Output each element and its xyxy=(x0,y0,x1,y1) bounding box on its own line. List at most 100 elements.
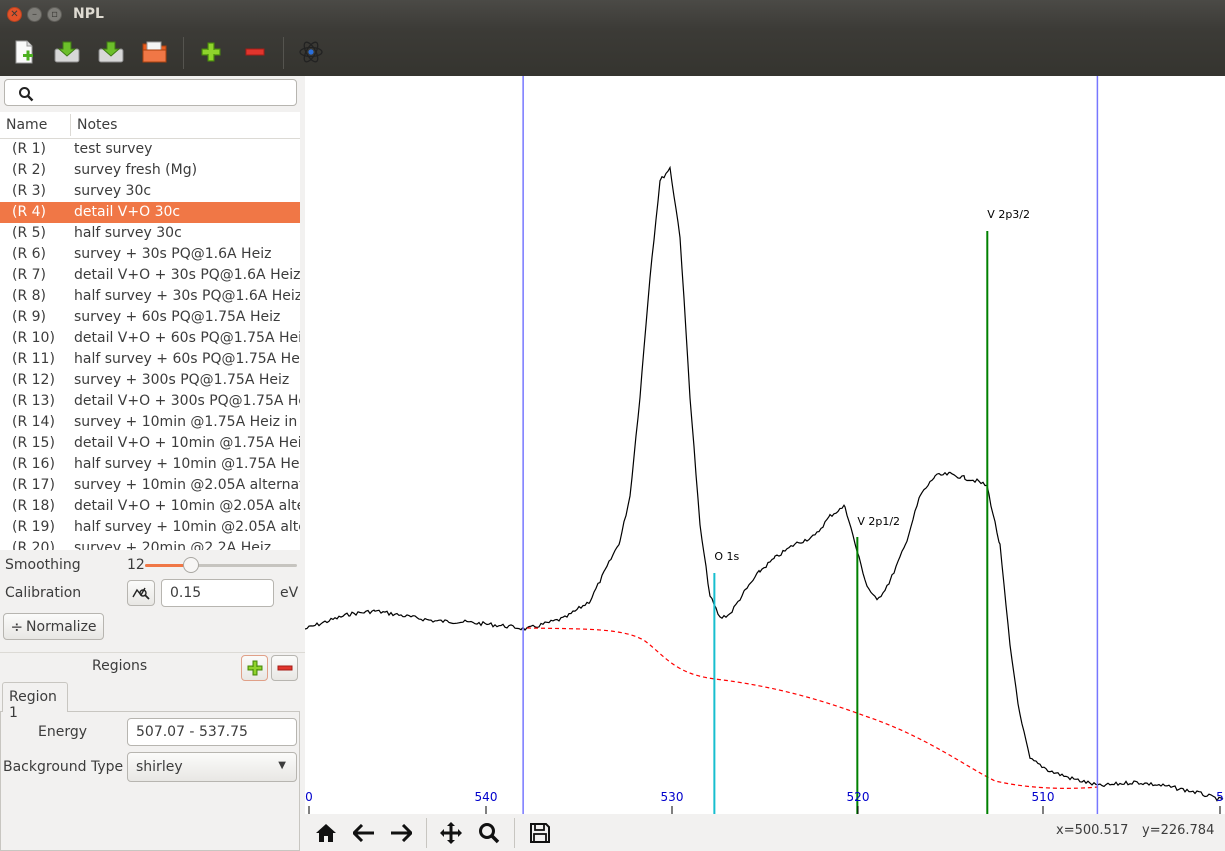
row-name: (R 14) xyxy=(12,414,55,430)
table-row[interactable]: (R 20) survey + 20min @2.2A Heiz xyxy=(0,538,300,550)
column-header-name[interactable]: Name xyxy=(6,117,47,133)
zoom-icon[interactable] xyxy=(476,821,502,845)
row-name: (R 6) xyxy=(12,246,47,262)
row-notes: detail V+O + 10min @2.05A altern xyxy=(74,498,300,514)
peak-label: O 1s xyxy=(714,550,739,563)
table-row[interactable]: (R 18) detail V+O + 10min @2.05A altern xyxy=(0,496,300,517)
search-input[interactable] xyxy=(4,79,297,106)
table-row[interactable]: (R 8) half survey + 30s PQ@1.6A Heiz xyxy=(0,286,300,307)
table-row[interactable]: (R 1) test survey xyxy=(0,139,300,160)
peak-label: V 2p3/2 xyxy=(987,208,1030,221)
table-row[interactable]: (R 7) detail V+O + 30s PQ@1.6A Heiz xyxy=(0,265,300,286)
back-arrow-icon[interactable] xyxy=(351,821,377,845)
save-icon[interactable] xyxy=(97,38,125,66)
table-row[interactable]: (R 14) survey + 10min @1.75A Heiz in 5e- xyxy=(0,412,300,433)
close-window-button[interactable]: ✕ xyxy=(7,7,22,22)
remove-icon xyxy=(277,665,292,671)
row-notes: survey + 20min @2.2A Heiz xyxy=(74,540,272,550)
open-folder-icon[interactable] xyxy=(141,38,169,66)
table-row[interactable]: (R 3) survey 30c xyxy=(0,181,300,202)
row-notes: survey + 300s PQ@1.75A Heiz xyxy=(74,372,290,388)
peak-label: V 2p1/2 xyxy=(857,515,900,528)
row-notes: survey + 10min @2.05A alternatin xyxy=(74,477,300,493)
remove-icon[interactable] xyxy=(241,38,269,66)
add-icon[interactable] xyxy=(197,38,225,66)
plot-navigation-toolbar: x=500.517 y=226.784 xyxy=(305,814,1225,851)
row-name: (R 20) xyxy=(12,540,55,550)
table-row[interactable]: (R 15) detail V+O + 10min @1.75A Heiz in xyxy=(0,433,300,454)
regions-title: Regions xyxy=(92,658,148,674)
tab-region-1[interactable]: Region 1 xyxy=(2,682,68,721)
normalize-button[interactable]: ÷ Normalize xyxy=(3,613,104,640)
row-notes: test survey xyxy=(74,141,153,157)
table-header: Name Notes xyxy=(0,112,300,139)
calibration-pick-button[interactable] xyxy=(127,580,155,606)
add-icon xyxy=(247,660,262,676)
table-body: (R 1) test survey (R 2) survey fresh (Mg) (R… xyxy=(0,139,300,550)
row-notes: survey 30c xyxy=(74,183,152,199)
table-row[interactable]: (R 11) half survey + 60s PQ@1.75A Heiz xyxy=(0,349,300,370)
atom-icon[interactable] xyxy=(297,38,325,66)
table-row[interactable]: (R 5) half survey 30c xyxy=(0,223,300,244)
background-line xyxy=(526,627,1099,789)
row-name: (R 5) xyxy=(12,225,47,241)
table-row[interactable]: (R 9) survey + 60s PQ@1.75A Heiz xyxy=(0,307,300,328)
spectrum-plot[interactable]: O 1s V 2p1/2 V 2p3/2 0 540 530 520 510 5 xyxy=(305,76,1225,814)
calibration-unit: eV xyxy=(280,585,299,601)
background-type-label: Background Type xyxy=(3,759,124,775)
column-header-notes[interactable]: Notes xyxy=(77,117,117,133)
background-type-select[interactable]: shirley ▼ xyxy=(127,752,297,782)
row-name: (R 9) xyxy=(12,309,47,325)
calibration-input[interactable]: 0.15 xyxy=(161,579,274,607)
import-icon[interactable] xyxy=(53,38,81,66)
row-name: (R 8) xyxy=(12,288,47,304)
x-tick-label: 5 xyxy=(1216,790,1224,804)
table-row[interactable]: (R 12) survey + 300s PQ@1.75A Heiz xyxy=(0,370,300,391)
minimize-window-button[interactable]: – xyxy=(27,7,42,22)
pan-icon[interactable] xyxy=(438,821,464,845)
row-notes: half survey + 60s PQ@1.75A Heiz xyxy=(74,351,300,367)
toolbar-separator xyxy=(183,37,184,69)
table-row[interactable]: (R 16) half survey + 10min @1.75A Heiz i xyxy=(0,454,300,475)
home-icon[interactable] xyxy=(313,821,339,845)
forward-arrow-icon[interactable] xyxy=(388,821,414,845)
add-region-button[interactable] xyxy=(241,655,268,681)
file-table: Name Notes (R 1) test survey (R 2) survey f… xyxy=(0,112,300,550)
x-tick-label: 540 xyxy=(475,790,498,804)
spectrum-canvas[interactable]: O 1s V 2p1/2 V 2p3/2 0 540 530 520 510 5 xyxy=(305,76,1225,814)
spectrum-line xyxy=(305,165,1224,802)
table-row[interactable]: (R 6) survey + 30s PQ@1.6A Heiz xyxy=(0,244,300,265)
new-file-icon[interactable] xyxy=(10,38,38,66)
row-notes: detail V+O 30c xyxy=(74,204,181,220)
energy-input[interactable]: 507.07 - 537.75 xyxy=(127,718,297,746)
row-name: (R 18) xyxy=(12,498,55,514)
toolbar-separator xyxy=(283,37,284,69)
left-panel: Name Notes (R 1) test survey (R 2) survey f… xyxy=(0,76,305,851)
table-row[interactable]: (R 17) survey + 10min @2.05A alternatin xyxy=(0,475,300,496)
x-tick-label: 530 xyxy=(661,790,684,804)
table-row[interactable]: (R 19) half survey + 10min @2.05A altern xyxy=(0,517,300,538)
pick-peak-icon xyxy=(132,587,150,600)
maximize-window-button[interactable]: ▫ xyxy=(47,7,62,22)
x-tick-label: 510 xyxy=(1032,790,1055,804)
row-name: (R 2) xyxy=(12,162,47,178)
window-title: NPL xyxy=(73,6,104,22)
table-row[interactable]: (R 2) survey fresh (Mg) xyxy=(0,160,300,181)
search-icon xyxy=(19,87,34,102)
smoothing-slider[interactable] xyxy=(145,557,297,573)
table-row[interactable]: (R 10) detail V+O + 60s PQ@1.75A Heiz xyxy=(0,328,300,349)
chevron-down-icon: ▼ xyxy=(278,760,286,771)
row-name: (R 19) xyxy=(12,519,55,535)
row-notes: half survey + 30s PQ@1.6A Heiz xyxy=(74,288,300,304)
row-notes: survey + 30s PQ@1.6A Heiz xyxy=(74,246,272,262)
save-figure-icon[interactable] xyxy=(527,821,553,845)
remove-region-button[interactable] xyxy=(271,655,298,681)
row-name: (R 7) xyxy=(12,267,47,283)
row-notes: half survey 30c xyxy=(74,225,182,241)
row-notes: detail V+O + 60s PQ@1.75A Heiz xyxy=(74,330,300,346)
table-row[interactable]: (R 4) detail V+O 30c xyxy=(0,202,300,223)
smoothing-slider-handle[interactable] xyxy=(182,557,199,573)
row-notes: detail V+O + 300s PQ@1.75A Heiz xyxy=(74,393,300,409)
row-notes: survey + 60s PQ@1.75A Heiz xyxy=(74,309,281,325)
table-row[interactable]: (R 13) detail V+O + 300s PQ@1.75A Heiz xyxy=(0,391,300,412)
